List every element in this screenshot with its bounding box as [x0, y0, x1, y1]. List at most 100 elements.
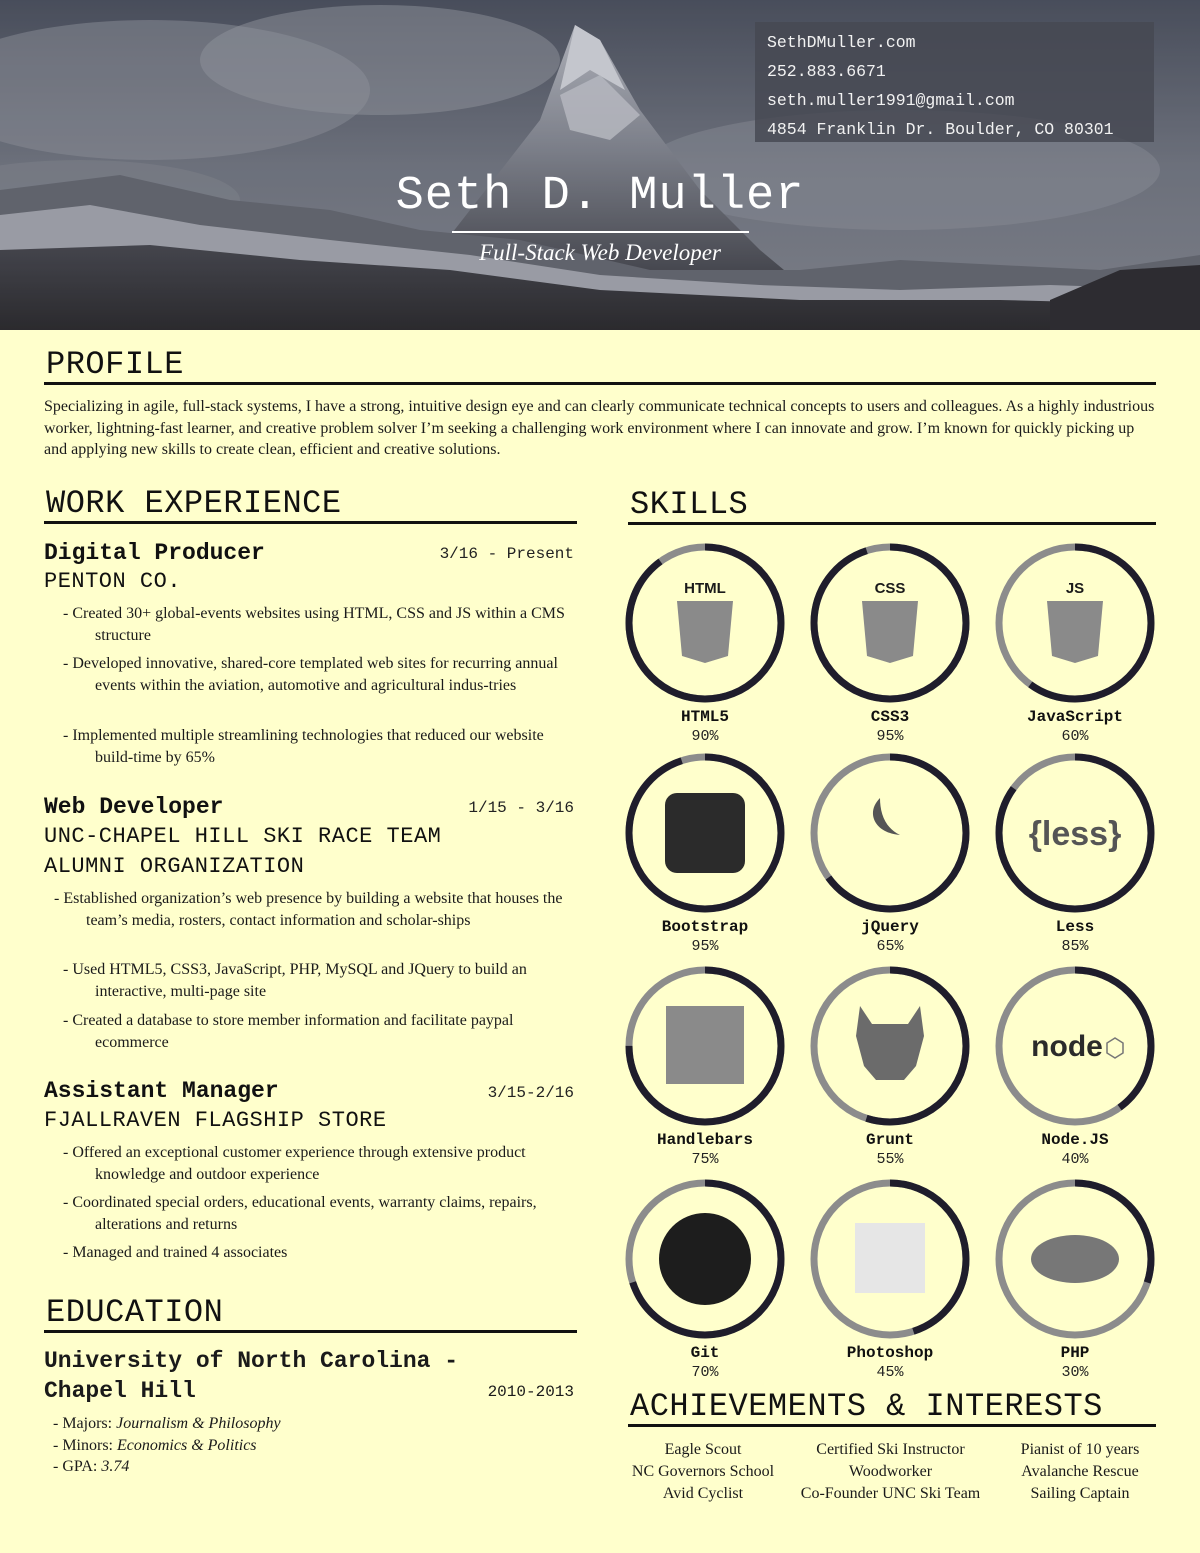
- skill-item: node JS Node.JS 40%: [990, 964, 1160, 1170]
- skill-ring: Ps: [810, 1179, 970, 1339]
- achievement-item: NC Governors School: [631, 1463, 775, 1480]
- skill-percent: 85%: [1061, 938, 1089, 955]
- job-bullet: - Created 30+ global-events websites usi…: [63, 605, 565, 644]
- skill-percent: 65%: [876, 938, 904, 955]
- skill-item: jQuery jQuery 65%: [805, 751, 975, 957]
- skill-ring: jQuery: [810, 753, 970, 913]
- job-bullet: - Used HTML5, CSS3, JavaScript, PHP, MyS…: [63, 961, 527, 1000]
- achievements-column: Eagle Scout NC Governors School Avid Cyc…: [628, 1439, 778, 1505]
- skill-ring: {less}: [995, 753, 1155, 913]
- skill-percent: 95%: [691, 938, 719, 955]
- majors-value: Journalism & Philosophy: [116, 1415, 281, 1432]
- photoshop-icon: Ps: [855, 1223, 925, 1293]
- html5-icon: HTML 5: [677, 580, 733, 663]
- education-majors: - Majors: Journalism & Philosophy: [53, 1413, 281, 1435]
- skill-item: {less} Less 85%: [990, 751, 1160, 957]
- skill-name: Node.JS: [1041, 1131, 1109, 1149]
- grunt-icon: [856, 1006, 924, 1080]
- skill-item: Ps Photoshop 45%: [805, 1177, 975, 1383]
- job-title: Web Developer: [44, 794, 224, 820]
- profile-heading: PROFILE: [44, 348, 1156, 385]
- minors-value: Economics & Politics: [117, 1437, 257, 1454]
- gpa-value: 3.74: [101, 1458, 130, 1475]
- skill-item: B Bootstrap 95%: [620, 751, 790, 957]
- job-bullet: - Implemented multiple streamlining tech…: [63, 727, 544, 766]
- achievement-item: Sailing Captain: [1030, 1485, 1130, 1502]
- skill-name: JavaScript: [1026, 708, 1123, 726]
- work-experience-heading: WORK EXPERIENCE: [44, 487, 577, 524]
- achievement-item: Eagle Scout: [664, 1441, 742, 1458]
- skill-percent: 40%: [1061, 1151, 1089, 1168]
- job-bullet: - Established organization’s web presenc…: [54, 890, 563, 929]
- job-organization: PENTON CO.: [44, 569, 182, 594]
- achievement-item: Avid Cyclist: [662, 1485, 744, 1502]
- achievements-column: Pianist of 10 years Avalanche Rescue Sai…: [1005, 1439, 1155, 1505]
- job-organization: UNC-CHAPEL HILL SKI RACE TEAM: [44, 824, 442, 849]
- skill-percent: 95%: [876, 728, 904, 745]
- job-tagline: Full-Stack Web Developer: [479, 240, 721, 265]
- skill-name: jQuery: [861, 918, 919, 936]
- skill-item: HTML 5 HTML5 90%: [620, 541, 790, 747]
- majors-label: - Majors:: [53, 1415, 117, 1432]
- skill-percent: 55%: [876, 1151, 904, 1168]
- job-dates: 3/15-2/16: [487, 1084, 574, 1102]
- achievement-item: Pianist of 10 years: [1020, 1441, 1140, 1458]
- less-icon: {less}: [1029, 815, 1122, 853]
- job-dates: 1/15 - 3/16: [468, 799, 574, 817]
- skill-item: handlebars Handlebars 75%: [620, 964, 790, 1170]
- email-link[interactable]: seth.muller1991@gmail.com: [767, 86, 1154, 115]
- skill-item: JS JS JavaScript 60%: [990, 541, 1160, 747]
- skill-percent: 60%: [1061, 728, 1089, 745]
- skill-ring: HTML 5: [625, 543, 785, 703]
- skill-ring: [625, 1179, 785, 1339]
- css3-icon: CSS 3: [862, 580, 918, 663]
- job-organization: ALUMNI ORGANIZATION: [44, 854, 305, 879]
- skill-ring: php: [995, 1179, 1155, 1339]
- skill-percent: 30%: [1061, 1364, 1089, 1381]
- contact-box: SethDMuller.com 252.883.6671 seth.muller…: [755, 22, 1154, 142]
- bootstrap-icon: B: [665, 793, 745, 873]
- achievements-heading: ACHIEVEMENTS & INTERESTS: [628, 1390, 1156, 1427]
- svg-text:JS: JS: [1066, 580, 1084, 597]
- skills-heading: SKILLS: [628, 488, 1156, 525]
- education-gpa: - GPA: 3.74: [53, 1456, 129, 1478]
- skill-name: Handlebars: [656, 1131, 753, 1149]
- skill-ring: JS JS: [995, 543, 1155, 703]
- address-text: 4854 Franklin Dr. Boulder, CO 80301: [767, 120, 1114, 139]
- person-name: Seth D. Muller: [395, 170, 805, 223]
- profile-summary: Specializing in agile, full-stack system…: [44, 398, 1155, 458]
- education-heading: EDUCATION: [44, 1296, 577, 1333]
- job-bullet: - Coordinated special orders, educationa…: [63, 1194, 537, 1233]
- svg-text:CSS: CSS: [875, 580, 906, 597]
- skill-percent: 45%: [876, 1364, 904, 1381]
- svg-text:{less}: {less}: [1029, 815, 1122, 853]
- achievements-column: Certified Ski Instructor Woodworker Co-F…: [788, 1439, 993, 1505]
- job-bullet: - Managed and trained 4 associates: [63, 1244, 288, 1261]
- skill-item: CSS 3 CSS3 95%: [805, 541, 975, 747]
- skill-name: PHP: [1060, 1344, 1090, 1362]
- skill-ring: B: [625, 753, 785, 913]
- php-icon: php: [1031, 1235, 1119, 1283]
- school-name: University of North Carolina - Chapel Hi…: [44, 1348, 459, 1404]
- skill-percent: 75%: [691, 1151, 719, 1168]
- achievement-item: Avalanche Rescue: [1021, 1463, 1139, 1480]
- job-bullet: - Offered an exceptional customer experi…: [63, 1144, 526, 1183]
- website-link[interactable]: SethDMuller.com: [767, 28, 1154, 57]
- gpa-label: - GPA:: [53, 1458, 102, 1475]
- svg-text:HTML: HTML: [684, 580, 726, 597]
- github-icon: [659, 1213, 751, 1305]
- job-dates: 3/16 - Present: [439, 545, 574, 563]
- job-title: Assistant Manager: [44, 1078, 279, 1104]
- jquery-icon: jQuery: [872, 798, 900, 835]
- skill-name: Git: [690, 1344, 720, 1362]
- header-banner: SethDMuller.com 252.883.6671 seth.muller…: [0, 0, 1200, 330]
- nodejs-icon: node JS: [1031, 1030, 1124, 1063]
- phone-number[interactable]: 252.883.6671: [767, 57, 1154, 86]
- skill-name: HTML5: [680, 708, 729, 726]
- skill-item: Git 70%: [620, 1177, 790, 1383]
- education-dates: 2010-2013: [487, 1383, 574, 1401]
- skill-ring: handlebars: [625, 966, 785, 1126]
- job-title: Digital Producer: [44, 540, 265, 566]
- skill-name: Photoshop: [846, 1344, 934, 1362]
- skill-percent: 90%: [691, 728, 719, 745]
